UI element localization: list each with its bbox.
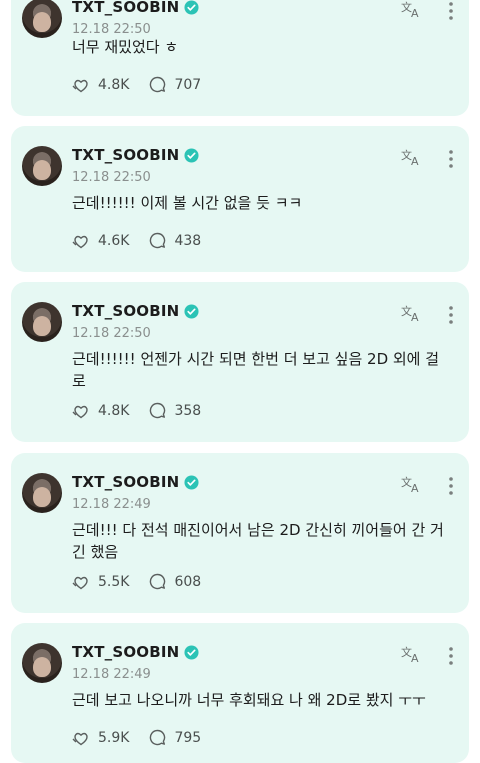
like-count: 4.8K: [98, 402, 130, 419]
comment-button[interactable]: 707: [149, 76, 201, 93]
more-options-icon[interactable]: [449, 2, 453, 20]
avatar[interactable]: [22, 643, 62, 683]
comment-count: 608: [174, 573, 202, 590]
like-button[interactable]: 4.8K: [72, 403, 129, 419]
post-time: 12.18 22:50: [72, 326, 151, 341]
svg-text:A: A: [411, 482, 419, 493]
verified-badge-icon: [184, 474, 199, 490]
post-time: 12.18 22:49: [72, 497, 151, 512]
comment-button[interactable]: 358: [149, 402, 201, 419]
like-count: 4.6K: [98, 232, 130, 249]
post-time: 12.18 22:50: [72, 170, 151, 185]
svg-text:A: A: [411, 155, 419, 166]
avatar[interactable]: [22, 146, 62, 186]
like-icon: [72, 576, 88, 589]
post-card[interactable]: TXT_SOOBIN 12.18 22:50 文A 너무 재밌었다 ㅎ 4.8K…: [11, 0, 469, 116]
comment-count: 358: [174, 402, 202, 419]
like-button[interactable]: 4.6K: [72, 233, 129, 249]
post-card[interactable]: TXT_SOOBIN 12.18 22:49 文A 근데!!! 다 전석 매진이…: [11, 453, 469, 613]
post-card[interactable]: TXT_SOOBIN 12.18 22:50 文A 근데!!!!!! 이제 볼 …: [11, 126, 469, 272]
verified-badge-icon: [184, 0, 199, 15]
author-name[interactable]: TXT_SOOBIN: [72, 643, 179, 661]
translate-icon[interactable]: 文A: [401, 304, 423, 322]
post-card[interactable]: TXT_SOOBIN 12.18 22:49 文A 근데 보고 나오니까 너무 …: [11, 623, 469, 763]
verified-badge-icon: [184, 644, 199, 660]
post-text: 근데 보고 나오니까 너무 후회돼요 나 왜 2D로 봤지 ㅜㅜ: [72, 691, 426, 709]
post-text: 근데!!! 다 전석 매진이어서 남은 2D 간신히 끼어들어 간 거긴 했음: [72, 521, 444, 561]
more-options-icon[interactable]: [449, 477, 453, 495]
more-options-icon[interactable]: [449, 150, 453, 168]
like-count: 4.8K: [98, 76, 130, 93]
comment-icon: [150, 76, 166, 93]
verified-badge-icon: [184, 303, 199, 319]
comment-icon: [150, 573, 166, 590]
more-options-icon[interactable]: [449, 647, 453, 665]
author-name[interactable]: TXT_SOOBIN: [72, 146, 179, 164]
comment-icon: [150, 402, 166, 419]
comment-button[interactable]: 608: [149, 573, 201, 590]
author-name[interactable]: TXT_SOOBIN: [72, 302, 179, 320]
translate-icon[interactable]: 文A: [401, 148, 423, 166]
post-text: 너무 재밌었다 ㅎ: [72, 38, 179, 56]
comment-count: 438: [174, 232, 202, 249]
author-name[interactable]: TXT_SOOBIN: [72, 0, 179, 16]
comment-button[interactable]: 438: [149, 232, 201, 249]
avatar[interactable]: [22, 302, 62, 342]
author-name[interactable]: TXT_SOOBIN: [72, 473, 179, 491]
post-text: 근데!!!!!! 언젠가 시간 되면 한번 더 보고 싶음 2D 외에 걸로: [72, 350, 440, 390]
post-time: 12.18 22:50: [72, 22, 151, 37]
like-button[interactable]: 4.8K: [72, 77, 129, 93]
translate-icon[interactable]: 文A: [401, 0, 423, 18]
translate-icon[interactable]: 文A: [401, 475, 423, 493]
svg-text:A: A: [411, 652, 419, 663]
post-text: 근데!!!!!! 이제 볼 시간 없을 듯 ㅋㅋ: [72, 194, 303, 212]
like-button[interactable]: 5.5K: [72, 574, 129, 590]
avatar[interactable]: [22, 0, 62, 38]
avatar[interactable]: [22, 473, 62, 513]
like-icon: [72, 405, 88, 418]
post-card[interactable]: TXT_SOOBIN 12.18 22:50 文A 근데!!!!!! 언젠가 시…: [11, 282, 469, 442]
post-time: 12.18 22:49: [72, 667, 151, 682]
svg-text:A: A: [411, 7, 419, 18]
verified-badge-icon: [184, 147, 199, 163]
like-icon: [72, 79, 88, 92]
like-icon: [72, 235, 88, 248]
comment-count: 707: [174, 76, 202, 93]
translate-icon[interactable]: 文A: [401, 645, 423, 663]
more-options-icon[interactable]: [449, 306, 453, 324]
like-count: 5.5K: [98, 573, 130, 590]
svg-text:A: A: [411, 311, 419, 322]
comment-icon: [150, 232, 166, 249]
